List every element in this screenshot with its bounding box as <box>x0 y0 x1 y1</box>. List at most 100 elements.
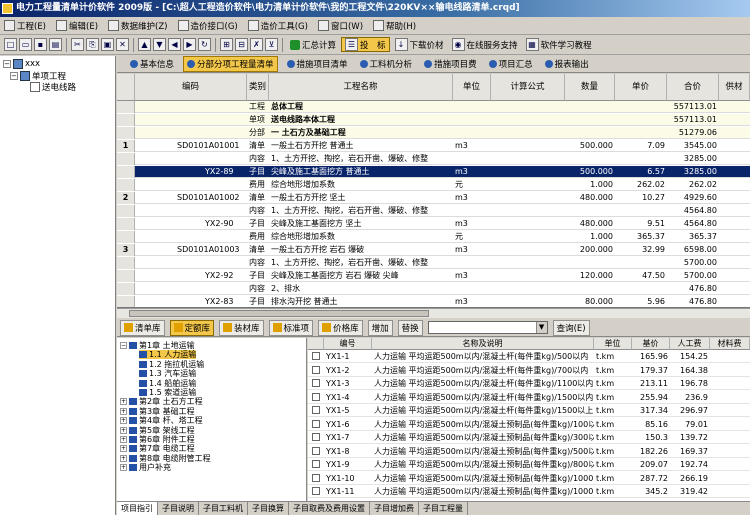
cut-icon[interactable]: ✂ <box>71 38 84 51</box>
table-row[interactable]: 分部一 土石方及基础工程 51279.06 <box>117 127 750 139</box>
table-row[interactable]: 3 SD0101A01003 清单 一般土石方开挖 岩石 爆破 m3 200.000 32.… <box>117 244 750 256</box>
collapse-icon[interactable]: − <box>120 342 127 349</box>
table-row[interactable]: 工程 总体工程 557113.01 <box>117 101 750 113</box>
chapter-node[interactable]: + 用户补充 <box>120 463 171 472</box>
tab-6[interactable]: 报表输出 <box>542 57 592 71</box>
move-up-icon[interactable]: ▲ <box>138 38 151 51</box>
table-row[interactable]: 内容 1、土方开挖、掏挖，岩石开凿、爆破、修整 4564.80 <box>117 205 750 217</box>
bottom-tab[interactable]: 子目工料机 <box>199 502 248 515</box>
column-header[interactable]: 材料费 <box>710 338 750 350</box>
column-header[interactable]: 合价 <box>667 74 719 101</box>
table-row[interactable]: 1 SD0101A01001 清单 一般土石方开挖 普通土 m3 500.000 7.09 3… <box>117 140 750 152</box>
row-checkbox[interactable] <box>312 352 320 360</box>
chapter-node[interactable]: 1.2 拖拉机运输 <box>139 360 204 369</box>
row-checkbox[interactable] <box>312 406 320 414</box>
column-header[interactable]: 人工费 <box>670 338 710 350</box>
table-row[interactable]: YX1-11 人力运输 平均运距500m以内/混凝土预制品(每件重kg)/1000… <box>308 485 750 498</box>
filter-icon[interactable]: ⊻ <box>265 38 278 51</box>
clear-icon[interactable]: ✗ <box>250 38 263 51</box>
online-support-button[interactable]: ◉ 在线服务支持 <box>449 37 521 52</box>
column-header[interactable]: 供材 <box>719 74 750 101</box>
row-checkbox[interactable] <box>312 392 320 401</box>
row-checkbox[interactable] <box>312 473 320 482</box>
chapter-node[interactable]: 1.1 人力运输 <box>139 350 197 360</box>
row-checkbox[interactable] <box>312 446 320 455</box>
row-checkbox[interactable] <box>312 379 320 387</box>
expand-icon[interactable]: + <box>120 417 127 425</box>
refresh-icon[interactable]: ↻ <box>198 38 211 51</box>
chevron-down-icon[interactable]: ▼ <box>535 322 547 333</box>
menu-item-0[interactable]: 工程(E) <box>4 20 46 32</box>
download-materials-button[interactable]: ↓ 下载价材 <box>392 37 447 52</box>
chapter-node[interactable]: + 第7章 电缆工程 <box>120 444 195 453</box>
chapter-node[interactable]: − 第1章 土地运输 <box>120 341 195 350</box>
menu-item-5[interactable]: 窗口(W) <box>317 20 363 32</box>
column-header[interactable]: 工程名称 <box>269 74 453 101</box>
expand-icon[interactable]: + <box>120 426 127 434</box>
horizontal-scrollbar[interactable] <box>117 308 750 318</box>
tutorial-button[interactable]: ▦ 软件学习教程 <box>523 37 595 52</box>
table-row[interactable]: YX1-9 人力运输 平均运距500m以内/混凝土预制品(每件重kg)/800以内… <box>308 458 750 471</box>
summary-calc-button[interactable]: 汇总计算 <box>287 37 339 52</box>
table-row[interactable]: 内容 1、土方开挖、掏挖，岩石开凿、爆破、修整 3285.00 <box>117 153 750 165</box>
row-checkbox[interactable] <box>312 460 320 468</box>
collapse-icon[interactable]: − <box>3 60 11 68</box>
new-file-icon[interactable]: □ <box>4 38 17 51</box>
open-file-icon[interactable]: ▭ <box>19 38 32 51</box>
chapter-node[interactable]: 1.3 汽车运输 <box>139 369 196 378</box>
bottom-tab[interactable]: 子目工程量 <box>419 502 468 515</box>
print-icon[interactable]: ▤ <box>49 38 62 51</box>
bottom-tab[interactable]: 子目增加费 <box>370 502 419 515</box>
save-icon[interactable]: ▪ <box>34 38 47 51</box>
menu-item-2[interactable]: 数据维护(Z) <box>108 20 168 32</box>
tab-0[interactable]: 基本信息 <box>127 57 177 71</box>
bottom-tab[interactable]: 项目指引 <box>117 502 158 515</box>
tab-1[interactable]: 分部分项工程量清单 <box>183 56 278 72</box>
material-library-button[interactable]: 装材库 <box>219 319 264 336</box>
table-row[interactable]: 单项 送电线路本体工程 557113.01 <box>117 114 750 126</box>
column-header[interactable]: 类别 <box>247 74 269 101</box>
delete-icon[interactable]: ✕ <box>116 38 129 51</box>
bottom-tab[interactable]: 子目说明 <box>158 502 199 515</box>
menu-item-6[interactable]: 帮助(H) <box>373 20 416 32</box>
chapter-node[interactable]: 1.4 船舶运输 <box>139 379 196 388</box>
table-row[interactable]: YX1-8 人力运输 平均运距500m以内/混凝土预制品(每件重kg)/500以内… <box>308 445 750 458</box>
move-down-icon[interactable]: ▼ <box>153 38 166 51</box>
add-button[interactable]: 增加 <box>367 319 393 336</box>
menu-item-3[interactable]: 造价接口(G) <box>177 20 238 32</box>
price-library-button[interactable]: 价格库 <box>318 319 363 336</box>
chapter-node[interactable]: + 第5章 架线工程 <box>120 426 195 435</box>
bottom-tab[interactable]: 子目换算 <box>248 502 289 515</box>
column-header[interactable]: 名称及说明 <box>372 338 594 350</box>
move-right-icon[interactable]: ▶ <box>183 38 196 51</box>
column-header[interactable]: 单位 <box>594 338 632 350</box>
table-row[interactable]: 内容 1、土方开挖、掏挖，岩石开凿、爆破、修整 5700.00 <box>117 257 750 269</box>
table-row[interactable]: 内容 2、排水 476.80 <box>117 283 750 295</box>
table-row[interactable]: 费用 综合地形增加系数 元 1.000 262.02 262.02 <box>117 179 750 191</box>
table-row[interactable]: 2 SD0101A01002 清单 一般土石方开挖 坚土 m3 480.000 10.27 4… <box>117 192 750 204</box>
table-row[interactable]: YX1-1 人力运输 平均运距500m以内/混凝土杆(每件重kg)/500以内 t.… <box>308 350 750 363</box>
move-left-icon[interactable]: ◀ <box>168 38 181 51</box>
table-row[interactable]: YX1-4 人力运输 平均运距500m以内/混凝土杆(每件重kg)/1500以内 t… <box>308 391 750 404</box>
column-header[interactable]: 基价 <box>632 338 670 350</box>
chapter-node[interactable]: + 第4章 杆、塔工程 <box>120 416 203 425</box>
paste-icon[interactable]: ▣ <box>101 38 114 51</box>
expand-icon[interactable]: + <box>120 464 127 472</box>
table-row[interactable]: YX1-5 人力运输 平均运距500m以内/混凝土杆(每件重kg)/1500以上 t… <box>308 404 750 417</box>
row-checkbox[interactable] <box>312 419 320 428</box>
chapter-node[interactable]: 1.5 索道运输 <box>139 388 196 397</box>
row-checkbox[interactable] <box>312 433 320 441</box>
quota-library-button[interactable]: 定额库 <box>169 319 215 336</box>
table-row[interactable]: YX1-2 人力运输 平均运距500m以内/混凝土杆(每件重kg)/700以内 t.… <box>308 364 750 377</box>
expand-icon[interactable]: + <box>120 436 127 443</box>
tab-3[interactable]: 工料机分析 <box>357 57 416 71</box>
replace-button[interactable]: 替换 <box>397 319 423 336</box>
column-header[interactable]: 单价 <box>615 74 667 101</box>
tab-5[interactable]: 项目汇总 <box>486 57 536 71</box>
search-combo[interactable]: ▼ <box>427 321 548 334</box>
column-header[interactable]: 计算公式 <box>491 74 565 101</box>
collapse-icon[interactable]: − <box>10 72 18 80</box>
row-checkbox[interactable] <box>312 487 320 495</box>
column-header[interactable]: 编码 <box>135 74 247 101</box>
column-header[interactable]: 数量 <box>565 74 615 101</box>
